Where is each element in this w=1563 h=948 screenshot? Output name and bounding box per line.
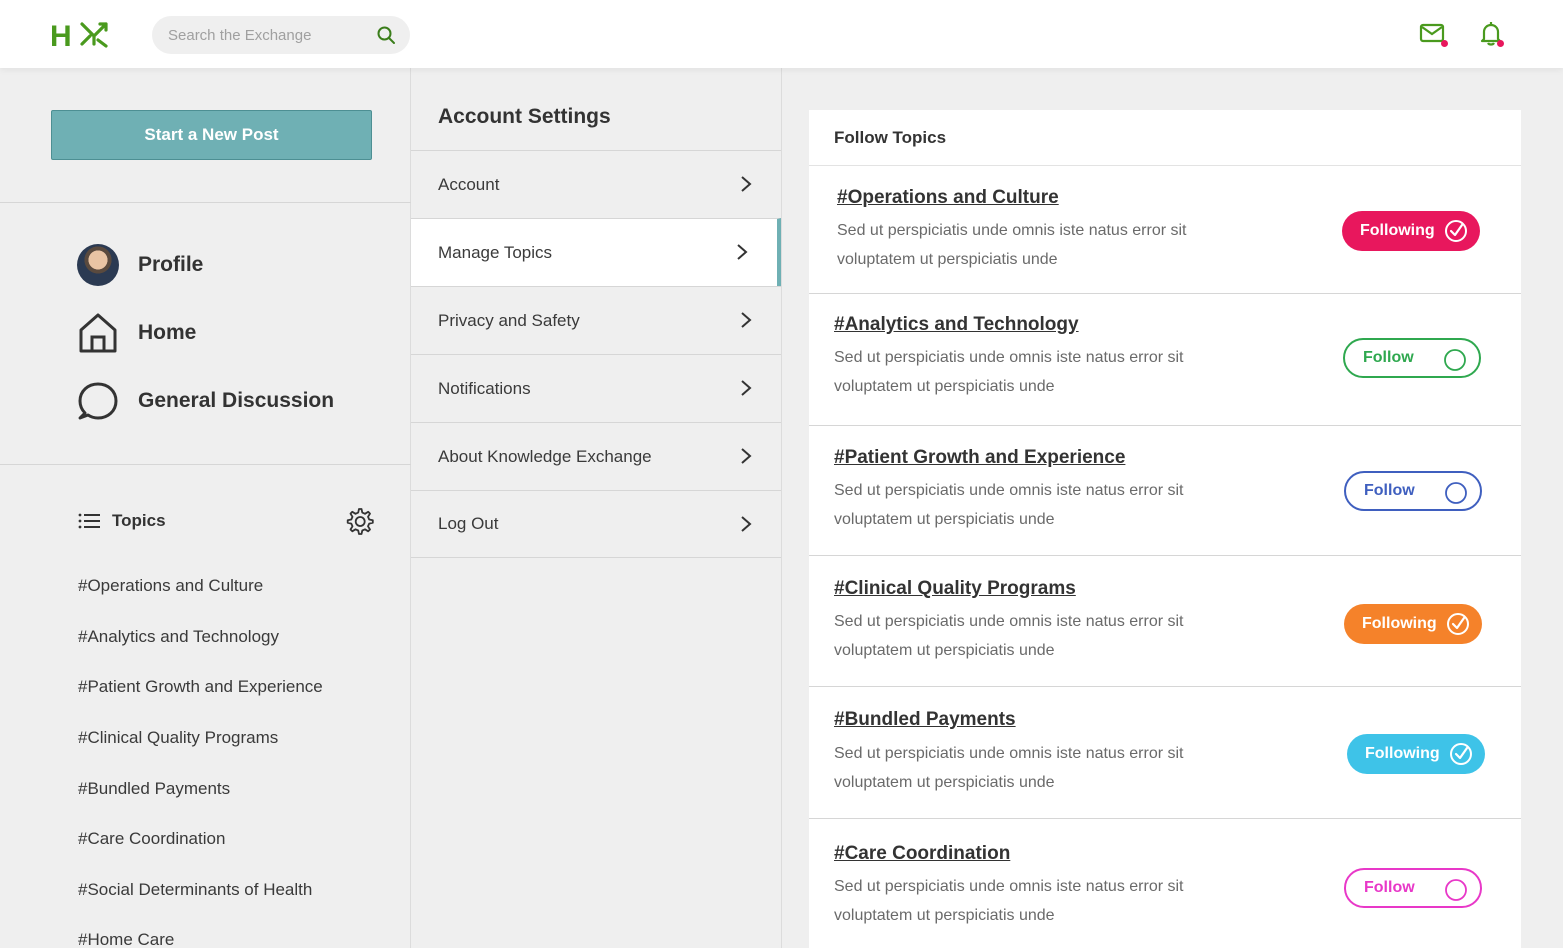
following-button[interactable]: Following <box>1342 211 1480 251</box>
chevron-right-icon <box>741 176 752 192</box>
topic-card-title[interactable]: #Analytics and Technology <box>834 314 1079 336</box>
following-button[interactable]: Following <box>1347 734 1485 774</box>
search-input[interactable] <box>168 16 368 54</box>
follow-button-label: Following <box>1362 615 1437 632</box>
topic-card-description: Sed ut perspiciatis unde omnis iste natu… <box>834 482 1184 528</box>
home-icon <box>76 311 120 355</box>
settings-item-label: Account <box>438 174 500 194</box>
topic-card: #Care Coordination Sed ut perspiciatis u… <box>809 819 1521 948</box>
follow-button-label: Follow <box>1364 879 1415 896</box>
nav-profile[interactable]: Profile <box>76 243 203 287</box>
topic-card-description: Sed ut perspiciatis unde omnis iste natu… <box>834 613 1184 659</box>
settings-item-about[interactable]: About Knowledge Exchange <box>411 422 781 490</box>
chat-bubble-icon <box>76 379 120 423</box>
list-icon <box>78 513 100 529</box>
sidebar-topic-link[interactable]: #Care Coordination <box>78 829 225 849</box>
start-new-post-button[interactable]: Start a New Post <box>51 110 372 160</box>
topic-card-description: Sed ut perspiciatis unde omnis iste natu… <box>837 222 1187 268</box>
divider <box>0 202 411 203</box>
settings-item-notifications[interactable]: Notifications <box>411 354 781 422</box>
chevron-right-icon <box>741 516 752 532</box>
topic-card-description: Sed ut perspiciatis unde omnis iste natu… <box>834 349 1184 395</box>
follow-button-label: Follow <box>1364 482 1415 499</box>
account-settings-panel: Account Settings Account Manage Topics P… <box>411 68 782 948</box>
empty-circle-icon <box>1445 482 1467 504</box>
sidebar-topic-link[interactable]: #Social Determinants of Health <box>78 880 312 900</box>
topic-card-description: Sed ut perspiciatis unde omnis iste natu… <box>834 878 1184 924</box>
check-circle-icon <box>1447 613 1469 635</box>
left-sidebar: Start a New Post Profile Home General Di… <box>0 68 411 948</box>
follow-topics-panel: Follow Topics #Operations and Culture Se… <box>809 110 1521 948</box>
sidebar-topic-link[interactable]: #Home Care <box>78 930 174 948</box>
nav-home-label: Home <box>138 321 197 344</box>
settings-item-label: Manage Topics <box>438 242 553 262</box>
divider <box>0 464 411 465</box>
topic-card: #Analytics and Technology Sed ut perspic… <box>809 294 1521 426</box>
topic-card-title[interactable]: #Care Coordination <box>834 843 1010 865</box>
account-settings-title: Account Settings <box>438 105 611 128</box>
follow-button-label: Follow <box>1363 349 1414 366</box>
topic-card-title[interactable]: #Patient Growth and Experience <box>834 447 1125 469</box>
topic-card: #Patient Growth and Experience Sed ut pe… <box>809 426 1521 556</box>
empty-circle-icon <box>1444 349 1466 371</box>
svg-text:H: H <box>50 20 72 50</box>
topic-card: #Operations and Culture Sed ut perspicia… <box>809 166 1521 294</box>
sidebar-topic-link[interactable]: #Patient Growth and Experience <box>78 677 323 697</box>
chevron-right-icon <box>741 380 752 396</box>
nav-general-discussion-label: General Discussion <box>138 389 335 412</box>
nav-general-discussion[interactable]: General Discussion <box>76 379 334 423</box>
avatar-wrapper <box>76 243 120 287</box>
chevron-right-icon <box>741 448 752 464</box>
settings-item-label: Log Out <box>438 514 499 533</box>
topic-card-description: Sed ut perspiciatis unde omnis iste natu… <box>834 745 1184 791</box>
topic-card-title[interactable]: #Clinical Quality Programs <box>834 578 1076 600</box>
settings-item-log-out[interactable]: Log Out <box>411 490 781 558</box>
sidebar-topic-link[interactable]: #Operations and Culture <box>78 576 263 596</box>
follow-button-label: Following <box>1365 745 1440 762</box>
search-bar <box>152 16 410 54</box>
follow-button[interactable]: Follow <box>1344 868 1482 908</box>
follow-topics-title: Follow Topics <box>809 110 1521 166</box>
follow-button[interactable]: Follow <box>1343 338 1481 378</box>
topics-header: Topics <box>78 506 374 536</box>
settings-item-manage-topics[interactable]: Manage Topics <box>411 218 781 286</box>
settings-item-label: Notifications <box>438 378 531 398</box>
bell-notification-dot <box>1497 40 1504 47</box>
topic-card: #Bundled Payments Sed ut perspiciatis un… <box>809 687 1521 819</box>
search-icon[interactable] <box>376 25 396 45</box>
hx-logo[interactable]: H <box>50 18 110 50</box>
topic-card-title[interactable]: #Operations and Culture <box>837 187 1059 209</box>
top-bar: H <box>0 0 1563 68</box>
topic-card-title[interactable]: #Bundled Payments <box>834 709 1016 731</box>
sidebar-topic-link[interactable]: #Bundled Payments <box>78 779 230 799</box>
chevron-right-icon <box>737 244 748 260</box>
nav-profile-label: Profile <box>138 253 204 276</box>
follow-button[interactable]: Follow <box>1344 471 1482 511</box>
chevron-right-icon <box>741 312 752 328</box>
settings-item-privacy-safety[interactable]: Privacy and Safety <box>411 286 781 354</box>
avatar <box>77 244 119 286</box>
empty-circle-icon <box>1445 879 1467 901</box>
following-button[interactable]: Following <box>1344 604 1482 644</box>
settings-item-account[interactable]: Account <box>411 150 781 218</box>
check-circle-icon <box>1450 743 1472 765</box>
settings-item-label: Privacy and Safety <box>438 310 580 330</box>
gear-icon[interactable] <box>344 506 374 536</box>
topics-title: Topics <box>112 511 166 530</box>
settings-menu: Account Manage Topics Privacy and Safety… <box>411 150 781 558</box>
nav-home[interactable]: Home <box>76 311 196 355</box>
check-circle-icon <box>1445 220 1467 242</box>
sidebar-topic-link[interactable]: #Clinical Quality Programs <box>78 728 278 748</box>
topic-card: #Clinical Quality Programs Sed ut perspi… <box>809 556 1521 687</box>
settings-item-label: About Knowledge Exchange <box>438 446 652 466</box>
sidebar-topic-link[interactable]: #Analytics and Technology <box>78 627 279 647</box>
follow-button-label: Following <box>1360 222 1435 239</box>
mail-notification-dot <box>1441 40 1448 47</box>
